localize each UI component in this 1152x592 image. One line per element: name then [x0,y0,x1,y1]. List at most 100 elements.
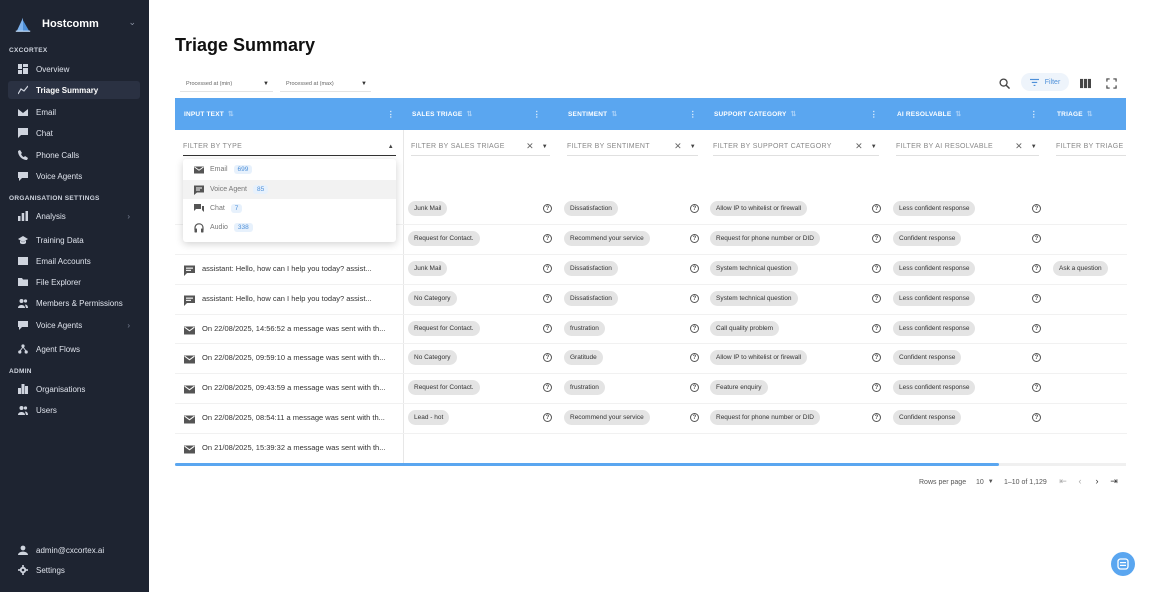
fullscreen-icon[interactable] [1104,76,1118,90]
sidebar-item-chat[interactable]: Chat [8,124,140,142]
help-icon[interactable]: ? [543,324,552,333]
help-icon[interactable]: ? [543,353,552,362]
next-page-icon[interactable]: › [1091,474,1103,488]
sidebar-item-phone-calls[interactable]: Phone Calls [8,146,140,164]
sidebar-item-organisations[interactable]: Organisations [8,380,140,398]
rows-per-page-select[interactable]: 10 ▼ [976,476,994,488]
processed-at-min-select[interactable]: Processed at (min) ▼ [180,76,273,92]
type-option-audio[interactable]: Audio 338 [183,218,396,237]
column-header-triage[interactable]: TRIAGE ⇅ [1057,98,1126,130]
help-icon[interactable]: ? [543,264,552,273]
help-icon[interactable]: ? [1032,204,1041,213]
type-option-chat[interactable]: Chat 7 [183,199,396,218]
input-text-cell[interactable]: assistant: Hello, how can I help you tod… [202,264,372,273]
column-menu-icon[interactable]: ⋮ [533,110,541,119]
sidebar-item-overview[interactable]: Overview [8,60,140,78]
input-text-cell[interactable]: On 22/08/2025, 14:56:52 a message was se… [202,324,385,333]
help-icon[interactable]: ? [872,294,881,303]
type-option-email[interactable]: Email 699 [183,160,396,179]
help-icon[interactable]: ? [872,234,881,243]
ai-chip: Confident response [893,231,962,246]
help-icon[interactable]: ? [1032,264,1041,273]
clear-icon[interactable]: ✕ [674,141,682,152]
sidebar-item-analysis[interactable]: Analysis › [8,207,140,225]
filter-by-ai-resolvable-select[interactable]: FILTER BY AI RESOLVABLE ✕ ▼ [896,138,1039,156]
filter-by-sales-triage-select[interactable]: FILTER BY SALES TRIAGE ✕ ▼ [411,138,550,156]
help-icon[interactable]: ? [690,204,699,213]
column-menu-icon[interactable]: ⋮ [387,110,395,119]
sidebar-item-agent-flows[interactable]: Agent Flows [8,340,140,358]
help-icon[interactable]: ? [543,294,552,303]
sidebar-item-triage-summary[interactable]: Triage Summary [8,81,140,99]
input-text-cell[interactable]: On 22/08/2025, 09:43:59 a message was se… [202,383,385,392]
help-icon[interactable]: ? [690,324,699,333]
column-menu-icon[interactable]: ⋮ [689,110,697,119]
help-icon[interactable]: ? [690,353,699,362]
help-icon[interactable]: ? [690,413,699,422]
option-label: Email [210,166,228,173]
clear-icon[interactable]: ✕ [1015,141,1023,152]
sidebar-item-email-accounts[interactable]: Email Accounts [8,252,140,270]
filter-by-support-category-select[interactable]: FILTER BY SUPPORT CATEGORY ✕ ▼ [713,138,879,156]
help-icon[interactable]: ? [872,413,881,422]
help-icon[interactable]: ? [543,383,552,392]
account-menu[interactable]: admin@cxcortex.ai [8,541,140,559]
first-page-icon[interactable]: ⇤ [1057,474,1069,488]
columns-icon[interactable] [1078,76,1092,90]
sidebar-item-file-explorer[interactable]: File Explorer [8,273,140,291]
input-text-cell[interactable]: On 21/08/2025, 15:39:32 a message was se… [202,443,385,452]
prev-page-icon[interactable]: ‹ [1074,474,1086,488]
column-header-sales-triage[interactable]: SALES TRIAGE ⇅ ⋮ [412,98,549,130]
sidebar-item-training-data[interactable]: Training Data [8,231,140,249]
sidebar-item-voice-agents-settings[interactable]: Voice Agents › [8,316,140,334]
help-icon[interactable]: ? [1032,234,1041,243]
sidebar-item-users[interactable]: Users [8,401,140,419]
filter-by-type-select[interactable]: FILTER BY TYPE ▲ [183,138,396,156]
column-menu-icon[interactable]: ⋮ [1030,110,1038,119]
help-icon[interactable]: ? [872,383,881,392]
input-text-cell[interactable]: On 22/08/2025, 08:54:11 a message was se… [202,413,385,422]
help-icon[interactable]: ? [1032,353,1041,362]
sidebar: Hostcomm ⌄ CXCORTEX Overview Triage Summ… [0,0,149,592]
filter-by-sentiment-select[interactable]: FILTER BY SENTIMENT ✕ ▼ [567,138,698,156]
input-text-cell[interactable]: assistant: Hello, how can I help you tod… [202,294,372,303]
assistant-fab-button[interactable] [1111,552,1135,576]
column-header-ai-resolvable[interactable]: AI RESOLVABLE ⇅ ⋮ [897,98,1046,130]
help-icon[interactable]: ? [872,264,881,273]
settings-link[interactable]: Settings [8,561,140,579]
sidebar-item-members-permissions[interactable]: Members & Permissions [8,294,140,312]
help-icon[interactable]: ? [690,264,699,273]
help-icon[interactable]: ? [1032,413,1041,422]
help-icon[interactable]: ? [543,234,552,243]
help-icon[interactable]: ? [690,383,699,392]
horizontal-scrollbar-thumb[interactable] [175,463,999,466]
sidebar-item-label: Users [36,405,57,415]
column-header-sentiment[interactable]: SENTIMENT ⇅ ⋮ [568,98,705,130]
help-icon[interactable]: ? [872,204,881,213]
help-icon[interactable]: ? [1032,383,1041,392]
help-icon[interactable]: ? [872,324,881,333]
help-icon[interactable]: ? [1032,324,1041,333]
filter-button[interactable]: Filter [1021,73,1069,91]
input-text-cell[interactable]: On 22/08/2025, 09:59:10 a message was se… [202,353,385,362]
filter-by-triage-select[interactable]: FILTER BY TRIAGE [1056,138,1126,156]
processed-at-max-select[interactable]: Processed at (max) ▼ [280,76,371,92]
clear-icon[interactable]: ✕ [526,141,534,152]
brand-switcher[interactable]: Hostcomm ⌄ [14,14,136,34]
search-icon[interactable] [997,76,1011,90]
caret-down-icon: ▼ [1030,143,1037,150]
help-icon[interactable]: ? [690,234,699,243]
help-icon[interactable]: ? [872,353,881,362]
help-icon[interactable]: ? [1032,294,1041,303]
sidebar-item-email[interactable]: Email [8,103,140,121]
column-header-input-text[interactable]: INPUT TEXT ⇅ ⋮ [184,98,403,130]
help-icon[interactable]: ? [543,413,552,422]
column-menu-icon[interactable]: ⋮ [870,110,878,119]
help-icon[interactable]: ? [543,204,552,213]
help-icon[interactable]: ? [690,294,699,303]
sidebar-item-voice-agents[interactable]: Voice Agents [8,167,140,185]
last-page-icon[interactable]: ⇥ [1108,474,1120,488]
column-header-support-category[interactable]: SUPPORT CATEGORY ⇅ ⋮ [714,98,886,130]
clear-icon[interactable]: ✕ [855,141,863,152]
type-option-voice-agent[interactable]: Voice Agent 85 [183,180,396,199]
